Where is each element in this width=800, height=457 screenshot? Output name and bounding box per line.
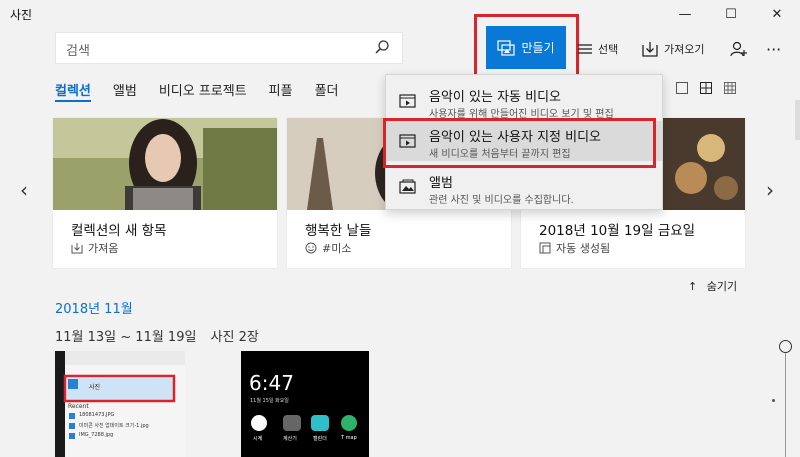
- more-button[interactable]: ···: [766, 36, 781, 62]
- hide-label: 숨기기: [706, 280, 738, 293]
- thumb1-file: 미미콘 사진 업데이트 크기-1.jpg: [79, 423, 149, 429]
- card-meta-label: #미소: [322, 242, 352, 255]
- hide-button[interactable]: ↑ 숨기기: [688, 278, 737, 294]
- import-icon: [71, 243, 83, 254]
- menu-item-title: 음악이 있는 자동 비디오: [429, 90, 561, 105]
- card-title: 2018년 10월 19일 금요일: [539, 223, 696, 239]
- phone-app-label: 계산기: [283, 436, 297, 442]
- close-icon: ✕: [771, 6, 783, 22]
- thumb1-recent: Recent: [68, 403, 89, 410]
- menu-item-title: 앨범: [429, 176, 453, 191]
- title-bar: 사진 — ☐ ✕: [0, 0, 800, 28]
- timeline-marker: [772, 399, 775, 402]
- minimize-button[interactable]: —: [662, 0, 708, 28]
- thumb1-file: 18081473.JPG: [79, 412, 115, 418]
- card-title: 행복한 날들: [305, 223, 372, 239]
- next-arrow-icon[interactable]: ›: [766, 178, 774, 202]
- minimize-icon: —: [678, 6, 692, 22]
- timeline-handle[interactable]: [779, 340, 792, 353]
- video-icon: [399, 94, 416, 108]
- smile-icon: [305, 242, 317, 254]
- create-highlight-box: [474, 14, 579, 81]
- date-range-text: 11월 13일 ~ 11월 19일: [55, 330, 197, 345]
- select-button[interactable]: 선택: [578, 36, 618, 62]
- card-title: 컬렉션의 새 항목: [71, 223, 167, 239]
- card-meta: #미소: [305, 240, 351, 256]
- small-tiles-icon[interactable]: [724, 82, 736, 94]
- view-size-toggle: [676, 82, 736, 94]
- tab-folders[interactable]: 폴더: [315, 80, 339, 102]
- tab-bar: 컬렉션 앨범 비디오 프로젝트 피플 폴더: [55, 80, 361, 102]
- import-icon: [642, 42, 658, 57]
- photo-thumbnail[interactable]: 사진 Recent 18081473.JPG 미미콘 사진 업데이트 크기-1.…: [55, 351, 185, 457]
- phone-app-label: T map: [341, 435, 357, 441]
- timeline-track[interactable]: [785, 353, 786, 457]
- photo-count: 사진 2장: [210, 330, 259, 345]
- month-heading[interactable]: 2018년 11월: [55, 298, 133, 317]
- account-button[interactable]: [730, 36, 754, 62]
- scrollbar-track[interactable]: [795, 100, 800, 140]
- tab-albums[interactable]: 앨범: [113, 80, 137, 102]
- phone-app-label: 시계: [253, 436, 263, 442]
- tab-collection[interactable]: 컬렉션: [55, 80, 91, 102]
- phone-app-label: 캘린더: [313, 436, 327, 442]
- auto-create-icon: [539, 242, 551, 254]
- album-icon: [399, 179, 416, 194]
- card-meta: 자동 생성됨: [539, 240, 610, 256]
- close-button[interactable]: ✕: [754, 0, 800, 28]
- large-tiles-icon[interactable]: [676, 82, 688, 94]
- select-label: 선택: [598, 43, 619, 56]
- import-button[interactable]: 가져오기: [642, 36, 704, 62]
- more-icon: ···: [766, 39, 782, 59]
- card-meta: 가져옴: [71, 240, 118, 256]
- photo-thumbnail[interactable]: 6:47 11월 15일 화요일 시계 계산기 캘린더 T map: [241, 351, 369, 457]
- medium-tiles-icon[interactable]: [700, 82, 712, 94]
- person-add-icon: [730, 41, 747, 57]
- select-list-icon: [578, 44, 592, 54]
- thumb1-header: 사진: [89, 384, 101, 391]
- card-photo: [53, 118, 277, 210]
- search-input[interactable]: 검색: [66, 40, 90, 59]
- tab-video-projects[interactable]: 비디오 프로젝트: [159, 80, 247, 102]
- menu-item-desc: 관련 사진 및 비디오를 수집합니다.: [429, 195, 574, 206]
- import-label: 가져오기: [664, 43, 705, 56]
- window-title: 사진: [10, 8, 33, 22]
- menu-item-album[interactable]: 앨범 관련 사진 및 비디오를 수집합니다.: [386, 167, 662, 207]
- custom-video-highlight-box: [383, 118, 656, 168]
- maximize-button[interactable]: ☐: [708, 0, 754, 28]
- prev-arrow-icon[interactable]: ‹: [20, 178, 28, 202]
- search-box[interactable]: 검색: [55, 32, 403, 64]
- thumb1-file: IMG_7288.jpg: [79, 432, 114, 438]
- card-meta-label: 가져옴: [88, 242, 119, 255]
- collection-card[interactable]: 컬렉션의 새 항목 가져옴: [53, 118, 277, 268]
- menu-item-auto-video[interactable]: 음악이 있는 자동 비디오 사용자를 위해 만들어진 비디오 보기 및 편집: [386, 81, 662, 121]
- date-range: 11월 13일 ~ 11월 19일 사진 2장: [55, 326, 259, 345]
- chevron-up-icon: ↑: [688, 280, 698, 293]
- maximize-icon: ☐: [725, 6, 737, 22]
- card-meta-label: 자동 생성됨: [556, 242, 611, 255]
- search-icon[interactable]: [374, 39, 390, 59]
- tab-people[interactable]: 피플: [269, 80, 293, 102]
